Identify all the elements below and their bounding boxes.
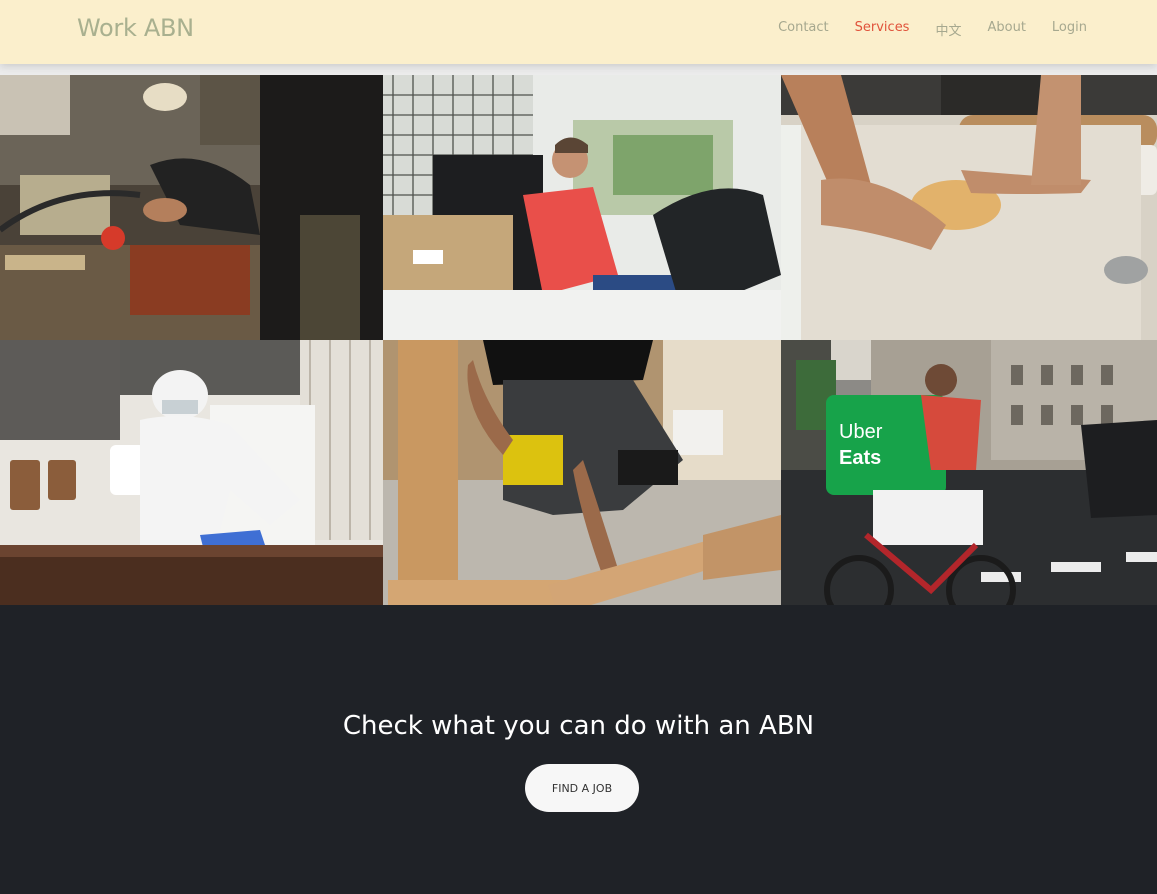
gallery-image-carpenter	[383, 340, 781, 605]
cta-heading: Check what you can do with an ABN	[342, 711, 815, 741]
delivery-bag-text-uber: Uber	[839, 421, 883, 443]
cta-section: Check what you can do with an ABN FIND A…	[0, 605, 1157, 894]
delivery-bag-text-eats: Eats	[839, 447, 881, 469]
nav-services[interactable]: Services	[855, 20, 910, 39]
navbar-divider	[0, 64, 1157, 75]
gallery-image-delivery: Uber Eats	[781, 340, 1157, 605]
services-gallery: Uber Eats	[0, 75, 1157, 605]
find-job-button[interactable]: FIND A JOB	[525, 764, 639, 812]
nav-chinese[interactable]: 中文	[935, 20, 961, 39]
gallery-image-metalworker	[0, 75, 383, 340]
nav-about[interactable]: About	[987, 20, 1025, 39]
gallery-image-baker	[781, 75, 1157, 340]
nav-contact[interactable]: Contact	[778, 20, 829, 39]
nav-login[interactable]: Login	[1052, 20, 1087, 39]
gallery-image-courier	[383, 75, 781, 340]
main-nav: Contact Services 中文 About Login	[778, 20, 1087, 39]
top-navbar: Work ABN Contact Services 中文 About Login	[0, 0, 1157, 64]
brand-logo[interactable]: Work ABN	[77, 14, 194, 42]
gallery-image-cleaner	[0, 340, 383, 605]
